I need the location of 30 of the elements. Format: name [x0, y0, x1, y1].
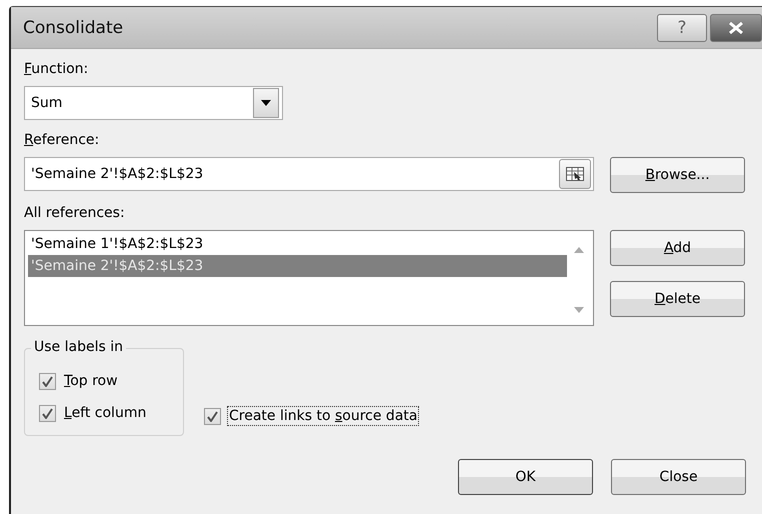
checkbox-label[interactable]: Create links to source data: [227, 406, 420, 426]
references-list[interactable]: 'Semaine 1'!$A$2:$L$23 'Semaine 2'!$A$2:$L$23: [24, 230, 594, 326]
check-icon: [42, 376, 53, 386]
close-button[interactable]: [710, 14, 762, 42]
checkbox-label[interactable]: Top row: [62, 371, 120, 391]
checkbox-label[interactable]: Left column: [62, 403, 148, 423]
all-references-label: All references:: [24, 205, 126, 223]
scroll-up-icon: [574, 247, 584, 253]
delete-button[interactable]: Delete: [610, 281, 745, 317]
check-icon: [207, 410, 218, 422]
function-dropdown[interactable]: Sum: [24, 86, 283, 120]
range-select-icon: [566, 167, 584, 181]
window-title: Consolidate: [23, 18, 124, 38]
close-dialog-button[interactable]: Close: [611, 459, 746, 495]
add-button[interactable]: Add: [610, 230, 745, 266]
list-item[interactable]: 'Semaine 1'!$A$2:$L$23: [28, 233, 567, 255]
browse-button[interactable]: Browse...: [610, 157, 745, 193]
close-icon: [728, 22, 744, 34]
ok-button[interactable]: OK: [458, 459, 593, 495]
reference-label: Reference:: [24, 132, 100, 150]
dropdown-arrow-icon: [261, 100, 271, 106]
reference-field[interactable]: 'Semaine 2'!$A$2:$L$23: [24, 157, 594, 191]
checkbox[interactable]: [39, 404, 56, 422]
checkbox[interactable]: [204, 408, 221, 424]
scroll-down-icon: [574, 307, 584, 313]
checkbox[interactable]: [39, 372, 56, 390]
help-button[interactable]: ?: [657, 14, 707, 42]
range-select-button[interactable]: [559, 159, 591, 189]
function-label: Function:: [24, 61, 90, 79]
check-icon: [42, 408, 53, 418]
